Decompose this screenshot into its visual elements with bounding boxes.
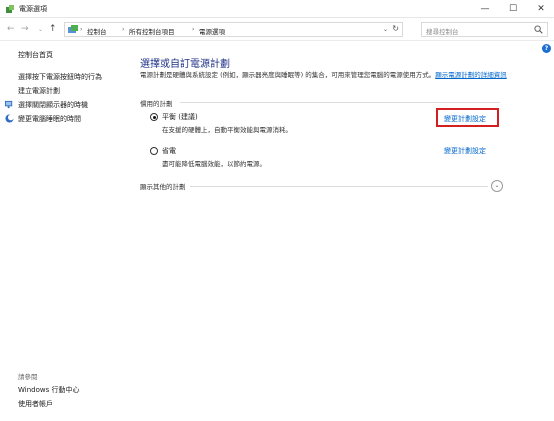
plan-power-saver-radio[interactable]: [150, 147, 158, 155]
search-icon: [534, 25, 543, 34]
see-also-user-accounts[interactable]: 使用者帳戶: [18, 399, 53, 409]
power-options-icon: [6, 5, 14, 13]
plan-power-saver-name[interactable]: 省電: [162, 146, 176, 156]
search-placeholder: 搜尋控制台: [426, 28, 459, 36]
navigation-bar: ← → ⌄ ↑ › 控制台 › 所有控制台項目 › 電源選項 ⌄ ↻ 搜尋控制台: [0, 19, 554, 41]
page-description: 電源計劃是硬體與系統設定 (例如，顯示器亮度與睡眠等) 的集合，可用來管理您電腦…: [140, 70, 510, 80]
more-plans-divider: [190, 186, 488, 187]
breadcrumb-separator-icon: ›: [80, 26, 83, 33]
address-dropdown-chevron-icon[interactable]: ⌄: [383, 26, 388, 33]
title-bar: 電源選項 — ☐ ✕: [0, 0, 554, 18]
refresh-icon[interactable]: ↻: [392, 24, 399, 33]
sidebar-item-power-button[interactable]: 選擇按下電源按鈕時的行為: [18, 72, 102, 82]
display-shield-icon: [5, 100, 13, 109]
sidebar-item-sleep-time[interactable]: 變更電腦睡眠的時間: [18, 114, 81, 124]
breadcrumb-separator-icon[interactable]: ›: [192, 26, 194, 33]
back-arrow-icon[interactable]: ←: [7, 24, 15, 34]
highlight-box: [436, 108, 499, 127]
breadcrumb-control-panel[interactable]: 控制台: [87, 26, 107, 36]
help-icon[interactable]: ?: [542, 44, 551, 53]
plan-details-link[interactable]: 顯示電源計劃的詳細資訊: [435, 71, 507, 79]
breadcrumb-separator-icon[interactable]: ›: [122, 26, 124, 33]
expand-chevron-icon[interactable]: ⌄: [491, 180, 503, 192]
change-plan-settings-power-saver-link[interactable]: 變更計劃設定: [444, 146, 486, 156]
see-also-action-center[interactable]: Windows 行動中心: [18, 385, 79, 395]
minimize-button[interactable]: —: [470, 0, 500, 18]
plan-power-saver-desc: 盡可能降低電腦效能，以節約電源。: [162, 160, 266, 168]
window-title: 電源選項: [19, 5, 47, 13]
page-title: 選擇或自訂電源計劃: [140, 59, 230, 70]
show-more-plans-label[interactable]: 顯示其他的計劃: [140, 181, 186, 191]
plan-balanced-name[interactable]: 平衡 (建議): [162, 112, 198, 122]
moon-sleep-icon: [5, 114, 14, 123]
preferred-plans-heading: 慣用的計劃: [140, 100, 173, 108]
control-panel-icon: [68, 25, 78, 33]
breadcrumb-all-items[interactable]: 所有控制台項目: [129, 26, 175, 36]
search-input[interactable]: 搜尋控制台: [421, 22, 548, 37]
breadcrumb-power-options[interactable]: 電源選項: [199, 26, 225, 36]
section-divider: [180, 102, 500, 103]
up-arrow-icon[interactable]: ↑: [49, 24, 57, 34]
forward-arrow-icon[interactable]: →: [21, 24, 29, 34]
maximize-button[interactable]: ☐: [498, 0, 528, 18]
plan-balanced-desc: 在支援的硬體上，自動平衡效能與電源消耗。: [162, 126, 292, 134]
close-button[interactable]: ✕: [526, 0, 554, 18]
plan-balanced-radio[interactable]: [150, 113, 158, 121]
sidebar-item-create-plan[interactable]: 建立電源計劃: [18, 86, 60, 96]
address-bar[interactable]: › 控制台 › 所有控制台項目 › 電源選項 ⌄ ↻: [64, 22, 403, 37]
see-also-heading: 請參閱: [18, 373, 38, 381]
recent-locations-chevron-icon[interactable]: ⌄: [38, 26, 43, 33]
description-text: 電源計劃是硬體與系統設定 (例如，顯示器亮度與睡眠等) 的集合，可用來管理您電腦…: [140, 71, 436, 79]
sidebar-item-display-off[interactable]: 選擇關閉顯示器的時機: [18, 100, 88, 110]
sidebar-item-home[interactable]: 控制台首頁: [18, 50, 53, 60]
